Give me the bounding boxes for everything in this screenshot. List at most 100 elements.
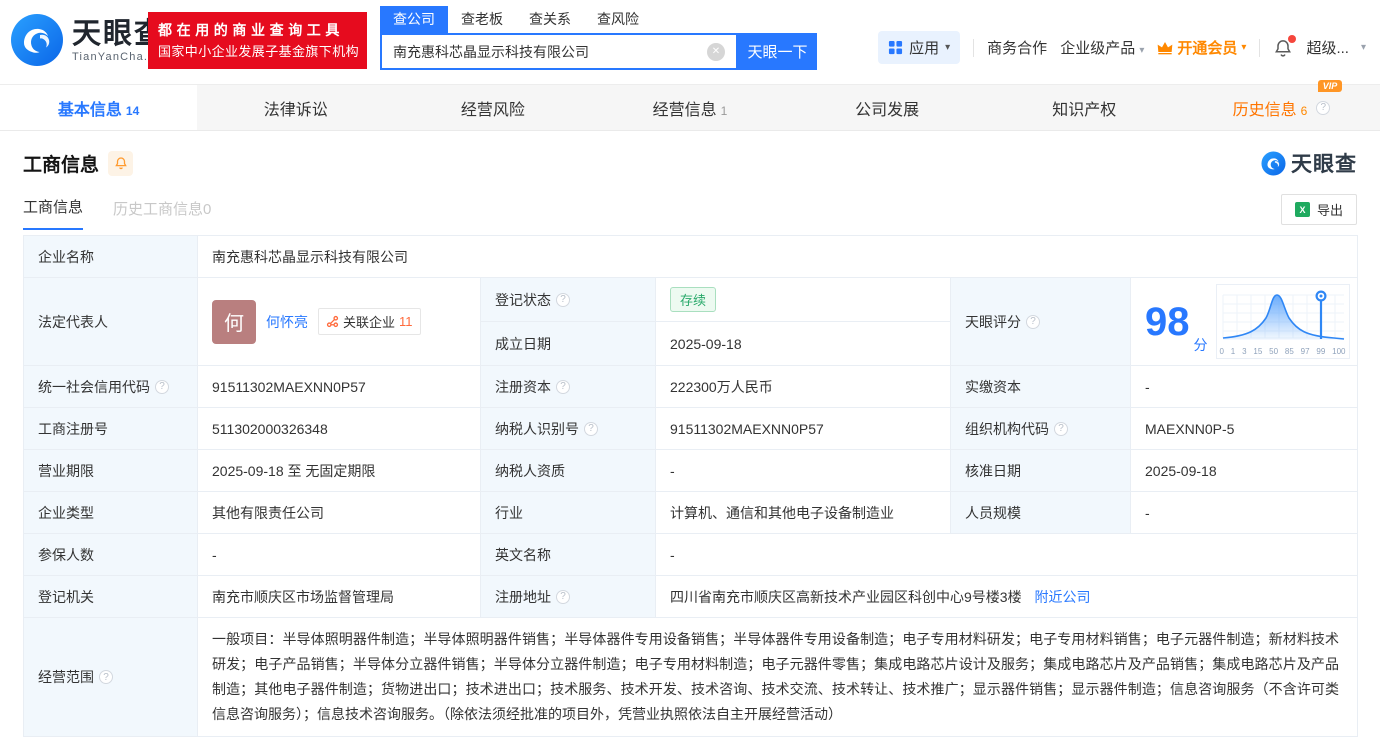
field-value-business-scope: 一般项目：半导体照明器件制造；半导体照明器件销售；半导体器件专用设备销售；半导体… [197,617,1358,737]
field-label-registration-authority: 登记机关 [23,575,198,618]
search-tab-relation[interactable]: 查关系 [516,6,584,33]
watermark-logo: 天眼查 [1261,148,1357,178]
tab-company-development[interactable]: 公司发展 [789,85,986,130]
field-label-legal-rep: 法定代表人 [23,277,198,366]
table-row: 企业名称 南充惠科芯晶显示科技有限公司 [23,235,1358,278]
field-value-taxpayer-id: 91511302MAEXNN0P57 [655,407,951,450]
field-label-approve-date: 核准日期 [950,449,1131,492]
field-value-uscc: 91511302MAEXNN0P57 [197,365,481,408]
field-value-company-name: 南充惠科芯晶显示科技有限公司 [197,235,1358,278]
help-icon[interactable]: ? [556,589,570,604]
chevron-down-icon: ▾ [1241,42,1247,53]
help-icon[interactable]: ? [99,670,113,684]
help-icon[interactable]: ? [584,421,598,436]
table-row: 企业类型 其他有限责任公司 行业 计算机、通信和其他电子设备制造业 人员规模 - [23,491,1358,534]
tab-history-info[interactable]: 历史信息 6 ? VIP [1183,79,1380,130]
clear-search-icon[interactable]: ✕ [707,42,725,61]
nav-enterprise-label: 企业级产品 [1060,40,1136,57]
chevron-down-icon: ▾ [1360,42,1366,53]
field-value-company-type: 其他有限责任公司 [197,491,481,534]
related-companies-badge[interactable]: 关联企业 11 [318,308,421,335]
apps-menu[interactable]: 应用 ▾ [878,31,961,64]
nav-vip-label: 开通会员 [1177,40,1238,57]
crown-icon [1158,41,1173,54]
label-text: 纳税人识别号 [495,420,579,437]
section-title: 工商信息 [23,154,100,176]
legal-rep-link[interactable]: 何怀亮 [266,312,308,332]
bell-icon [114,157,127,170]
help-icon[interactable]: ? [1054,421,1068,436]
field-label-company-name: 企业名称 [23,235,198,278]
table-row: 登记机关 南充市顺庆区市场监督管理局 注册地址? 四川省南充市顺庆区高新技术产业… [23,575,1358,618]
search-area: 查公司 查老板 查关系 查风险 南充惠科芯晶显示科技有限公司 ✕ 天眼一下 [380,5,817,70]
field-label-establish-date: 成立日期 [480,321,656,366]
search-tabs: 查公司 查老板 查关系 查风险 [380,5,817,33]
field-label-taxpayer-id: 纳税人识别号? [480,407,656,450]
search-tab-company[interactable]: 查公司 [380,5,448,33]
field-value-reg-status: 存续 [655,277,951,322]
export-button[interactable]: X 导出 [1280,194,1357,225]
field-label-taxpayer-quality: 纳税人资质 [480,449,656,492]
field-value-legal-rep: 何 何怀亮 关联企业 11 [197,277,481,366]
apps-grid-icon [889,40,903,55]
banner-line2: 国家中小企业发展子基金旗下机构 [158,44,360,59]
table-row: 参保人数 - 英文名称 - [23,533,1358,576]
field-value-business-term: 2025-09-18 至 无固定期限 [197,449,481,492]
tab-label: 法律诉讼 [263,101,328,119]
field-value-reg-capital: 222300万人民币 [655,365,951,408]
status-badge: 存续 [670,287,717,312]
field-value-staff-size: - [1130,491,1358,534]
tab-legal-proceedings[interactable]: 法律诉讼 [197,85,394,130]
field-label-english-name: 英文名称 [480,533,656,576]
tab-intellectual-property[interactable]: 知识产权 [986,85,1183,130]
nav-account[interactable]: 超级... ▾ [1306,37,1366,58]
help-icon[interactable]: ? [1026,314,1040,329]
table-row: 经营范围? 一般项目：半导体照明器件制造；半导体照明器件销售；半导体器件专用设备… [23,617,1358,737]
field-value-insured-count: - [197,533,481,576]
nav-cooperation[interactable]: 商务合作 [987,37,1047,58]
search-button[interactable]: 天眼一下 [738,33,817,70]
business-info-section: 工商信息 天眼查 工商信息 历史工商信息0 X 导出 企业名称 南充惠科芯晶显示… [0,148,1380,737]
avatar[interactable]: 何 [212,299,256,344]
field-label-uscc: 统一社会信用代码? [23,365,198,408]
subscribe-bell-button[interactable] [108,150,134,176]
field-label-paid-capital: 实缴资本 [950,365,1131,408]
chevron-down-icon: ▾ [945,42,951,53]
nav-enterprise[interactable]: 企业级产品 ▾ [1060,37,1144,58]
chevron-down-icon: ▾ [1139,45,1145,56]
nav-vip-upgrade[interactable]: 开通会员 ▾ [1157,37,1246,58]
field-label-tyc-score: 天眼评分? [950,277,1131,366]
table-row: 统一社会信用代码? 91511302MAEXNN0P57 注册资本? 22230… [23,365,1358,408]
notifications-bell[interactable] [1273,34,1297,58]
divider [1259,38,1261,57]
company-page-tabs: 基本信息 14 法律诉讼 经营风险 经营信息 1 公司发展 知识产权 历史信息 6 … [0,79,1380,131]
excel-icon: X [1294,202,1310,217]
promo-banner: 都在用的商业查询工具 国家中小企业发展子基金旗下机构 [148,12,367,69]
tab-operation-info[interactable]: 经营信息 1 [591,85,788,130]
table-row: 法定代表人 何 何怀亮 关联企业 11 登记状态? 存续 天眼评分 ? 98 分… [23,277,1358,366]
subtab-business-info[interactable]: 工商信息 [23,196,84,230]
help-icon[interactable]: ? [1316,100,1331,115]
header-nav: 应用 ▾ 商务合作 企业级产品 ▾ 开通会员 ▾ 超级... ▾ [878,31,1366,64]
search-input[interactable]: 南充惠科芯晶显示科技有限公司 ✕ [380,33,738,70]
field-label-org-code: 组织机构代码? [950,407,1131,450]
banner-line1: 都在用的商业查询工具 [158,22,344,38]
tab-basic-info[interactable]: 基本信息 14 [0,85,198,130]
tab-operation-risk[interactable]: 经营风险 [394,85,591,130]
nearby-companies-link[interactable]: 附近公司 [1034,589,1090,605]
help-icon[interactable]: ? [155,379,169,394]
tab-label: 经营风险 [460,101,525,119]
score-unit: 分 [1193,337,1208,353]
tab-label: 历史信息 [1232,101,1297,119]
search-tab-risk[interactable]: 查风险 [584,6,652,33]
field-label-reg-capital: 注册资本? [480,365,656,408]
label-text: 登记状态 [495,291,551,308]
help-icon[interactable]: ? [556,379,570,394]
field-value-paid-capital: - [1130,365,1358,408]
field-value-establish-date: 2025-09-18 [655,321,951,366]
field-label-industry: 行业 [480,491,656,534]
subtab-history-business-info[interactable]: 历史工商信息0 [113,198,211,230]
search-tab-boss[interactable]: 查老板 [448,6,516,33]
search-input-value: 南充惠科芯晶显示科技有限公司 [393,43,589,60]
help-icon[interactable]: ? [556,292,570,307]
